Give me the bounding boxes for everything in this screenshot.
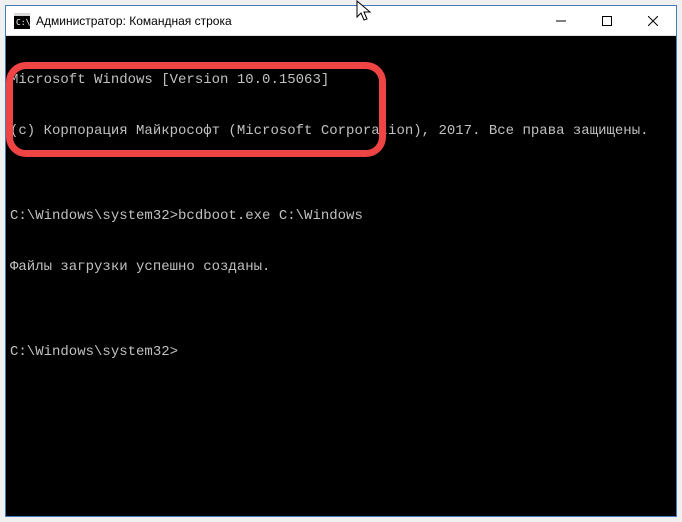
terminal-line: Файлы загрузки успешно созданы. <box>10 259 672 276</box>
window-controls <box>538 6 676 35</box>
terminal-line: Microsoft Windows [Version 10.0.15063] <box>10 72 672 89</box>
minimize-button[interactable] <box>538 6 584 35</box>
terminal-line: (c) Корпорация Майкрософт (Microsoft Cor… <box>10 123 672 140</box>
terminal-prompt: C:\Windows\system32> <box>10 344 672 361</box>
maximize-button[interactable] <box>584 6 630 35</box>
command-prompt-window: C:\ Администратор: Командная строка Micr… <box>5 5 677 517</box>
close-button[interactable] <box>630 6 676 35</box>
svg-text:C:\: C:\ <box>16 18 30 27</box>
terminal-output[interactable]: Microsoft Windows [Version 10.0.15063] (… <box>6 36 676 516</box>
titlebar[interactable]: C:\ Администратор: Командная строка <box>6 6 676 36</box>
window-title: Администратор: Командная строка <box>36 14 538 28</box>
cmd-icon: C:\ <box>14 13 30 29</box>
terminal-line: C:\Windows\system32>bcdboot.exe C:\Windo… <box>10 208 672 225</box>
